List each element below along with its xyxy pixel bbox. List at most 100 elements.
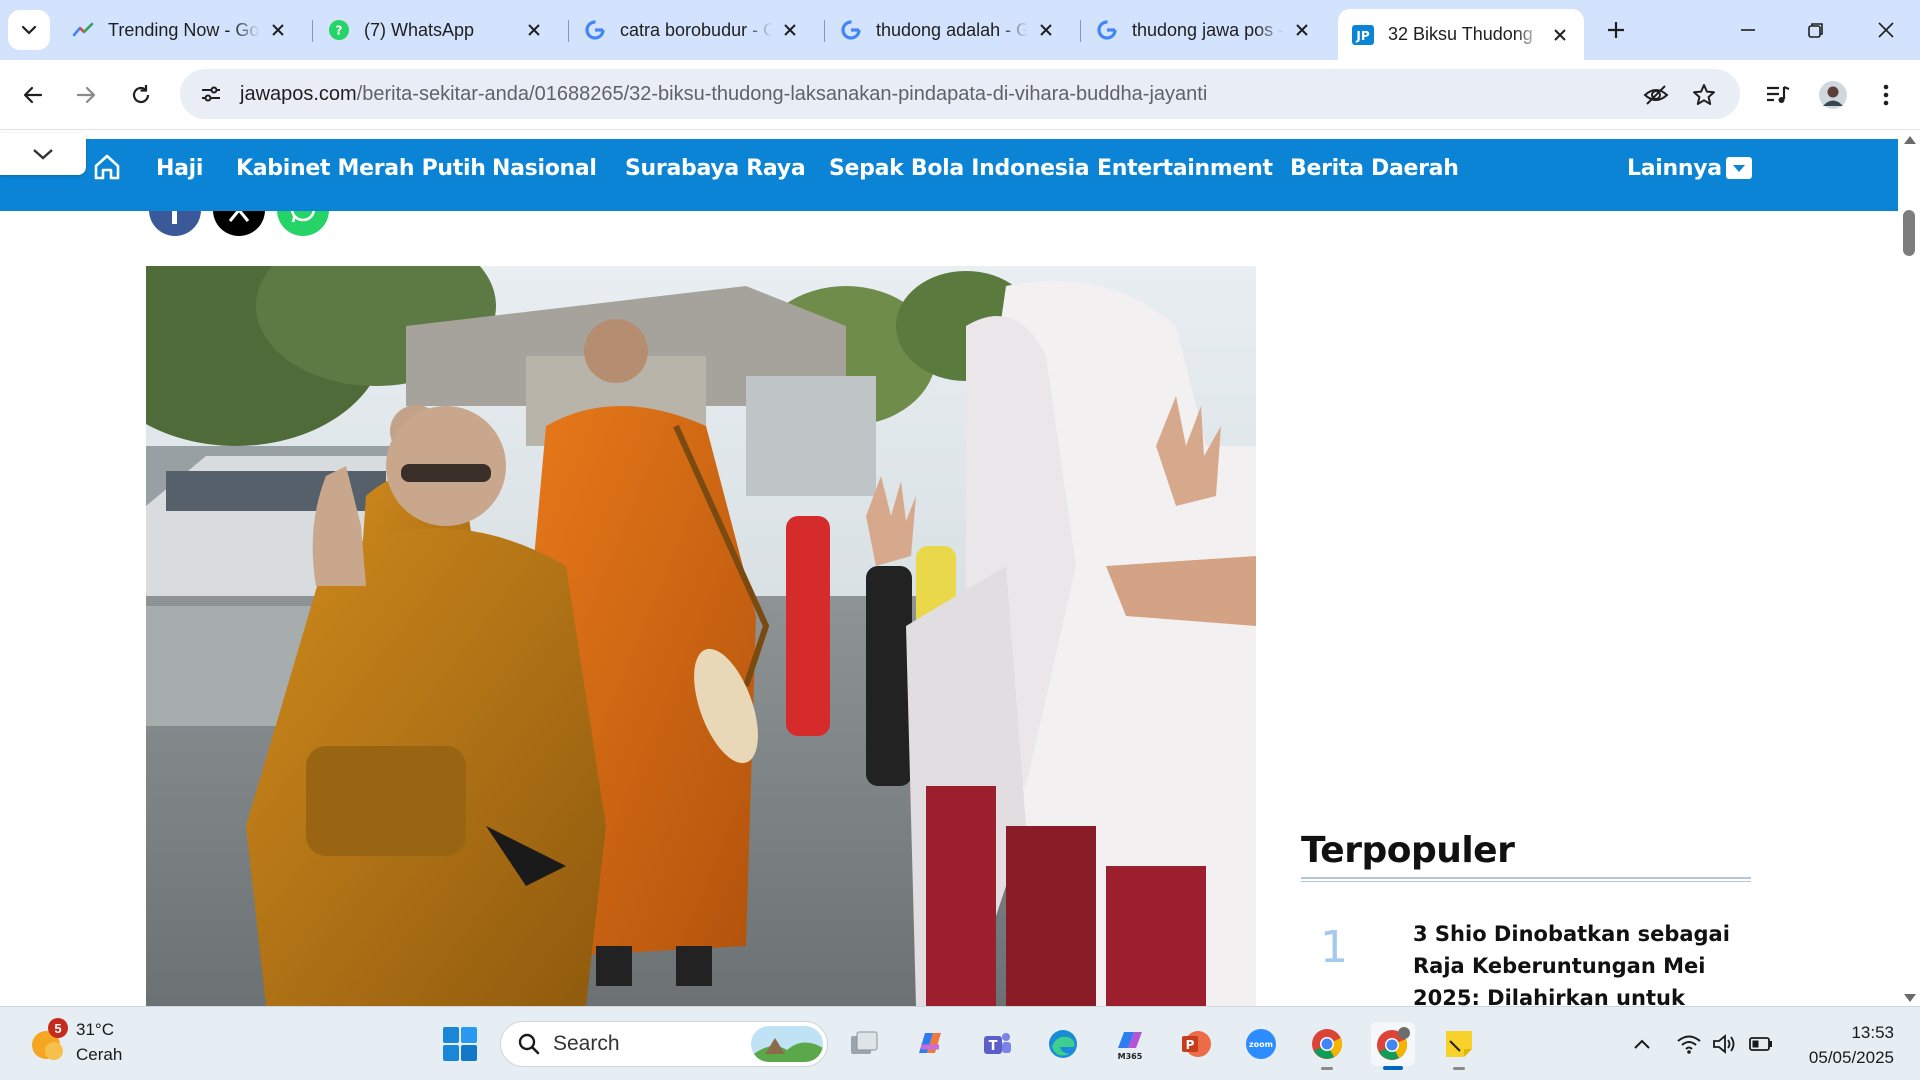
new-tab-button[interactable] [1600,14,1632,46]
sticky-notes-icon[interactable] [1437,1022,1481,1070]
close-window-button[interactable] [1866,10,1906,50]
search-icon [518,1033,540,1055]
close-icon[interactable] [780,20,800,40]
wifi-icon[interactable] [1674,1030,1704,1058]
tab-title: catra borobudur - Google Search [620,19,772,40]
tab-thudong-jawa-pos[interactable]: thudong jawa pos - Google Search [1082,9,1326,51]
chevron-down-icon [33,149,53,160]
article-photo [146,266,1256,1006]
nav-item-kabinet-merah-putih[interactable]: Kabinet Merah Putih [236,156,486,181]
minimize-button[interactable] [1728,10,1768,50]
edge-icon[interactable] [1041,1022,1085,1066]
chrome-profile-icon[interactable] [1371,1022,1415,1070]
battery-icon[interactable] [1746,1030,1776,1058]
tab-thudong-adalah[interactable]: thudong adalah - Google Search [826,9,1070,51]
google-trends-icon [72,19,94,41]
microsoft-365-icon[interactable]: M365 [1108,1022,1152,1066]
arrow-left-icon [23,86,43,104]
tab-divider [824,20,825,42]
scroll-down-arrow-icon[interactable] [1904,994,1916,1002]
search-label: Search [553,1032,620,1055]
scroll-up-arrow-icon[interactable] [1904,136,1916,144]
tab-google-trends[interactable]: Trending Now - Google Trends [58,9,302,51]
google-icon [1096,19,1118,41]
eye-off-icon[interactable] [1636,75,1676,115]
close-icon[interactable] [268,20,288,40]
tab-title: thudong jawa pos - Google Search [1132,19,1284,40]
media-control-icon[interactable] [1758,75,1798,115]
profile-avatar[interactable] [1813,75,1853,115]
url-path: /berita-sekitar-anda/01688265/32-biksu-t… [356,82,1208,105]
windows-start-icon[interactable] [442,1026,478,1062]
search-highlight-icon [751,1026,823,1062]
nav-item-haji[interactable]: Haji [156,156,203,181]
caret-down-icon[interactable] [1726,157,1752,179]
weather-temperature[interactable]: 31°C [76,1020,114,1040]
whatsapp-icon: ? [328,19,350,41]
chevron-up-icon[interactable] [1627,1030,1657,1058]
nav-item-berita-daerah[interactable]: Berita Daerah [1290,156,1459,181]
clock-time: 13:53 [1851,1023,1894,1042]
nav-item-sepak-bola-indonesia[interactable]: Sepak Bola Indonesia [829,156,1090,181]
svg-text:?: ? [336,24,343,38]
scrollbar-thumb[interactable] [1903,210,1915,256]
svg-text:JP: JP [1355,29,1369,43]
powerpoint-icon[interactable]: P [1174,1022,1218,1066]
google-icon [840,19,862,41]
chevron-down-icon [21,25,37,35]
taskbar-search-box[interactable]: Search [500,1021,828,1067]
tab-title: thudong adalah - Google Search [876,19,1028,40]
plus-icon [1608,22,1624,38]
taskbar-clock[interactable]: 13:53 05/05/2025 [1778,1020,1894,1070]
popular-rank: 1 [1320,922,1348,973]
tab-32-biksu-thudong[interactable]: JP 32 Biksu Thudong [1338,9,1584,60]
reload-button[interactable] [121,75,161,115]
collapse-header-button[interactable] [0,133,86,175]
browser-toolbar: jawapos.com/berita-sekitar-anda/01688265… [0,60,1920,130]
tab-title: Trending Now - Google Trends [108,19,260,40]
nav-item-surabaya-raya[interactable]: Surabaya Raya [625,156,806,181]
reload-icon [132,85,150,104]
svg-text:P: P [1186,1038,1195,1052]
tab-divider [1080,20,1081,42]
nav-item-entertainment[interactable]: Entertainment [1097,156,1273,181]
restore-button[interactable] [1796,10,1836,50]
tab-search-button[interactable] [8,10,50,50]
tab-catra-borobudur[interactable]: catra borobudur - Google Search [570,9,814,51]
svg-text:zoom: zoom [1249,1040,1273,1049]
nav-item-lainnya[interactable]: Lainnya [1627,156,1722,181]
vertical-scrollbar[interactable] [1898,130,1920,1006]
jawapos-icon: JP [1352,24,1374,46]
forward-button[interactable] [66,75,106,115]
bookmark-star-icon[interactable] [1684,75,1724,115]
section-divider [1301,877,1751,882]
tab-title: 32 Biksu Thudong [1388,24,1533,44]
site-info-icon[interactable] [194,77,228,111]
tab-divider [312,20,313,42]
home-icon[interactable] [92,152,122,182]
close-icon[interactable] [1292,20,1312,40]
menu-kebab-icon[interactable] [1866,75,1906,115]
nav-item-nasional[interactable]: Nasional [492,156,597,181]
weather-condition[interactable]: Cerah [76,1045,122,1065]
close-icon[interactable] [1036,20,1056,40]
zoom-icon[interactable]: zoom [1239,1022,1283,1066]
tab-whatsapp[interactable]: ? (7) WhatsApp [314,9,558,51]
back-button[interactable] [13,75,53,115]
copilot-icon[interactable] [908,1022,952,1066]
volume-icon[interactable] [1710,1030,1740,1058]
task-view-icon[interactable] [842,1022,886,1066]
address-bar[interactable]: jawapos.com/berita-sekitar-anda/01688265… [180,69,1740,119]
url-host: jawapos.com [240,82,357,105]
minimize-icon [1741,29,1755,31]
close-icon[interactable] [1550,25,1570,45]
weather-badge: 5 [48,1018,68,1038]
close-icon [1878,22,1894,38]
tab-title: (7) WhatsApp [364,19,475,40]
tab-divider [568,20,569,42]
chrome-icon[interactable] [1305,1022,1349,1070]
teams-icon[interactable]: T [975,1022,1019,1066]
close-icon[interactable] [524,20,544,40]
svg-text:T: T [989,1039,998,1054]
arrow-right-icon [76,86,96,104]
